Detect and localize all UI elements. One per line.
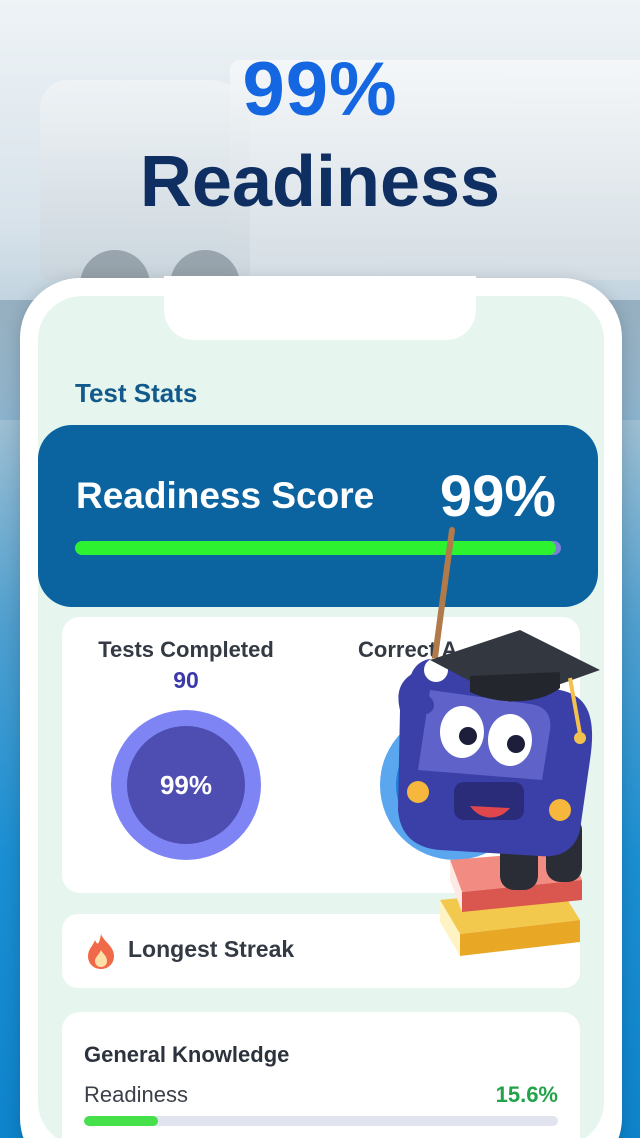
tests-completed-ring-value: 99% [127, 726, 245, 844]
phone-notch [164, 276, 476, 340]
longest-streak-label: Longest Streak [128, 936, 295, 962]
promo-headline: 99% Readiness [0, 47, 640, 222]
general-knowledge-title: General Knowledge [84, 1042, 290, 1067]
headline-word: Readiness [139, 142, 501, 222]
tests-completed-ring: 99% [111, 710, 261, 860]
headline-percent: 99% [242, 47, 398, 132]
general-knowledge-percent: 15.6% [495, 1082, 558, 1107]
readiness-score-label: Readiness Score [76, 475, 375, 516]
section-title: Test Stats [75, 378, 198, 408]
general-knowledge-card[interactable]: General Knowledge Readiness 15.6% [62, 1012, 580, 1138]
flame-icon [88, 934, 114, 969]
general-knowledge-progress-bar [84, 1116, 558, 1126]
truck-mascot-icon [398, 527, 600, 956]
general-knowledge-readiness-label: Readiness [84, 1082, 188, 1107]
general-knowledge-progress-fill [84, 1116, 158, 1126]
tests-completed-label: Tests Completed [98, 637, 274, 662]
tests-completed-stat: Tests Completed 90 [66, 637, 306, 694]
tests-completed-value: 90 [173, 667, 199, 693]
